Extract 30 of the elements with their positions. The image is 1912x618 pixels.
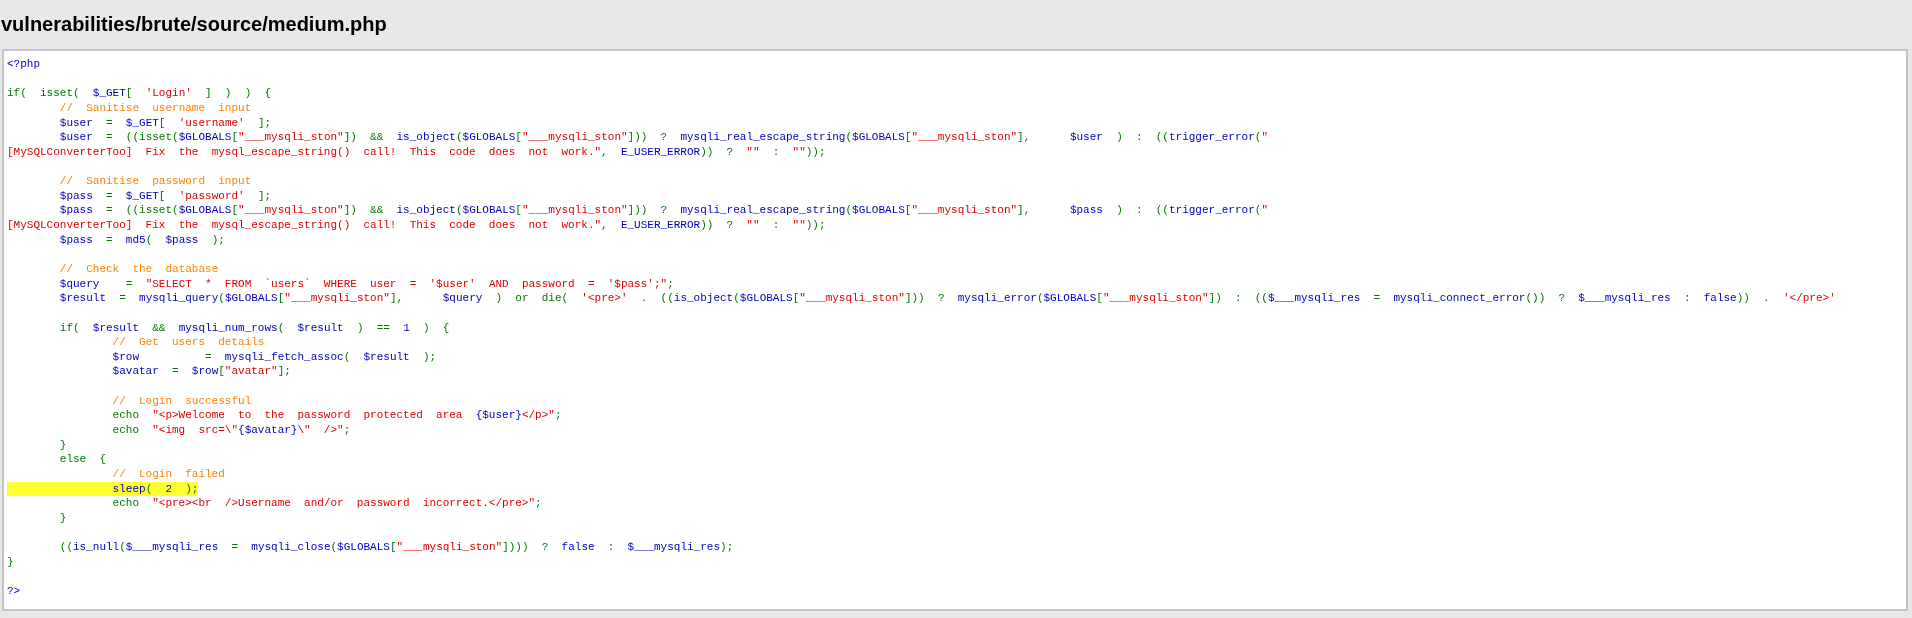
code-line: // Login successful xyxy=(111,393,252,409)
code-line: [MySQLConverterToo] Fix the mysql_escape_string() call! This code does not work.", E_USER_ERROR)) ? "" : "")); xyxy=(7,218,826,233)
code-line: $pass = md5( $pass ); xyxy=(58,232,225,248)
code-line: $pass = $_GET[ 'password' ]; xyxy=(58,188,272,204)
code-line: $result = mysqli_query($GLOBALS["___mysqli_ston"], $query ) or die( '<pre>' . ((is_object($GLOBALS["___mysqli_ston"])) ? mysqli_error($GLOBALS["___mysqli_ston"]) : (($___mysqli_res = mysqli_connect_error()) ? $___mysqli_res : false)) . '</pre>' xyxy=(58,291,1836,306)
page-title: vulnerabilities/brute/source/medium.php xyxy=(0,13,387,36)
code-line: } xyxy=(58,510,67,526)
code-line: $user = $_GET[ 'username' ]; xyxy=(58,115,272,131)
code-line: [MySQLConverterToo] Fix the mysql_escape_string() call! This code does not work.", E_USER_ERROR)) ? "" : "")); xyxy=(7,144,826,160)
code-line: if( isset( $_GET[ 'Login' ] ) ) { xyxy=(7,86,272,101)
code-line: // Sanitise password input xyxy=(58,174,252,189)
code-line: echo "<img src=\"{$avatar}\" />"; xyxy=(111,423,351,438)
code-line: echo "<pre><br />Username and/or password incorrect.</pre>"; xyxy=(111,496,542,511)
code-line: echo "<p>Welcome to the password protected area {$user}</p>"; xyxy=(111,408,562,423)
code-line: $row = mysqli_fetch_assoc( $result ); xyxy=(111,349,437,365)
code-line: else { xyxy=(58,452,107,467)
code-line: // Login failed xyxy=(111,466,225,482)
code-line: } xyxy=(7,554,14,570)
code-line: if( $result && mysqli_num_rows( $result ) == 1 ) { xyxy=(58,320,450,336)
code-line: ?> xyxy=(7,584,21,599)
code-line: // Sanitise username input xyxy=(58,100,252,116)
code-line: // Check the database xyxy=(58,261,219,277)
code-line: } xyxy=(58,437,67,453)
code-line: $avatar = $row["avatar"]; xyxy=(111,364,291,380)
code-line: $query = "SELECT * FROM `users` WHERE user = '$user' AND password = '$pass';"; xyxy=(58,276,674,292)
code-line: $user = ((isset($GLOBALS["___mysqli_ston"]) && is_object($GLOBALS["___mysqli_ston"])) ? mysqli_real_escape_string($GLOBALS["___mysqli_ston"], $user ) : ((trigger_error(" xyxy=(58,130,1268,145)
code-line: <?php xyxy=(7,57,40,72)
code-line: $pass = ((isset($GLOBALS["___mysqli_ston"]) && is_object($GLOBALS["___mysqli_ston"])) ? mysqli_real_escape_string($GLOBALS["___mysqli_ston"], $pass ) : ((trigger_error(" xyxy=(58,203,1268,219)
code-line: // Get users details xyxy=(111,335,265,350)
code-line: ((is_null($___mysqli_res = mysqli_close($GLOBALS["___mysqli_ston"]))) ? false : $___mysqli_res); xyxy=(58,540,734,555)
